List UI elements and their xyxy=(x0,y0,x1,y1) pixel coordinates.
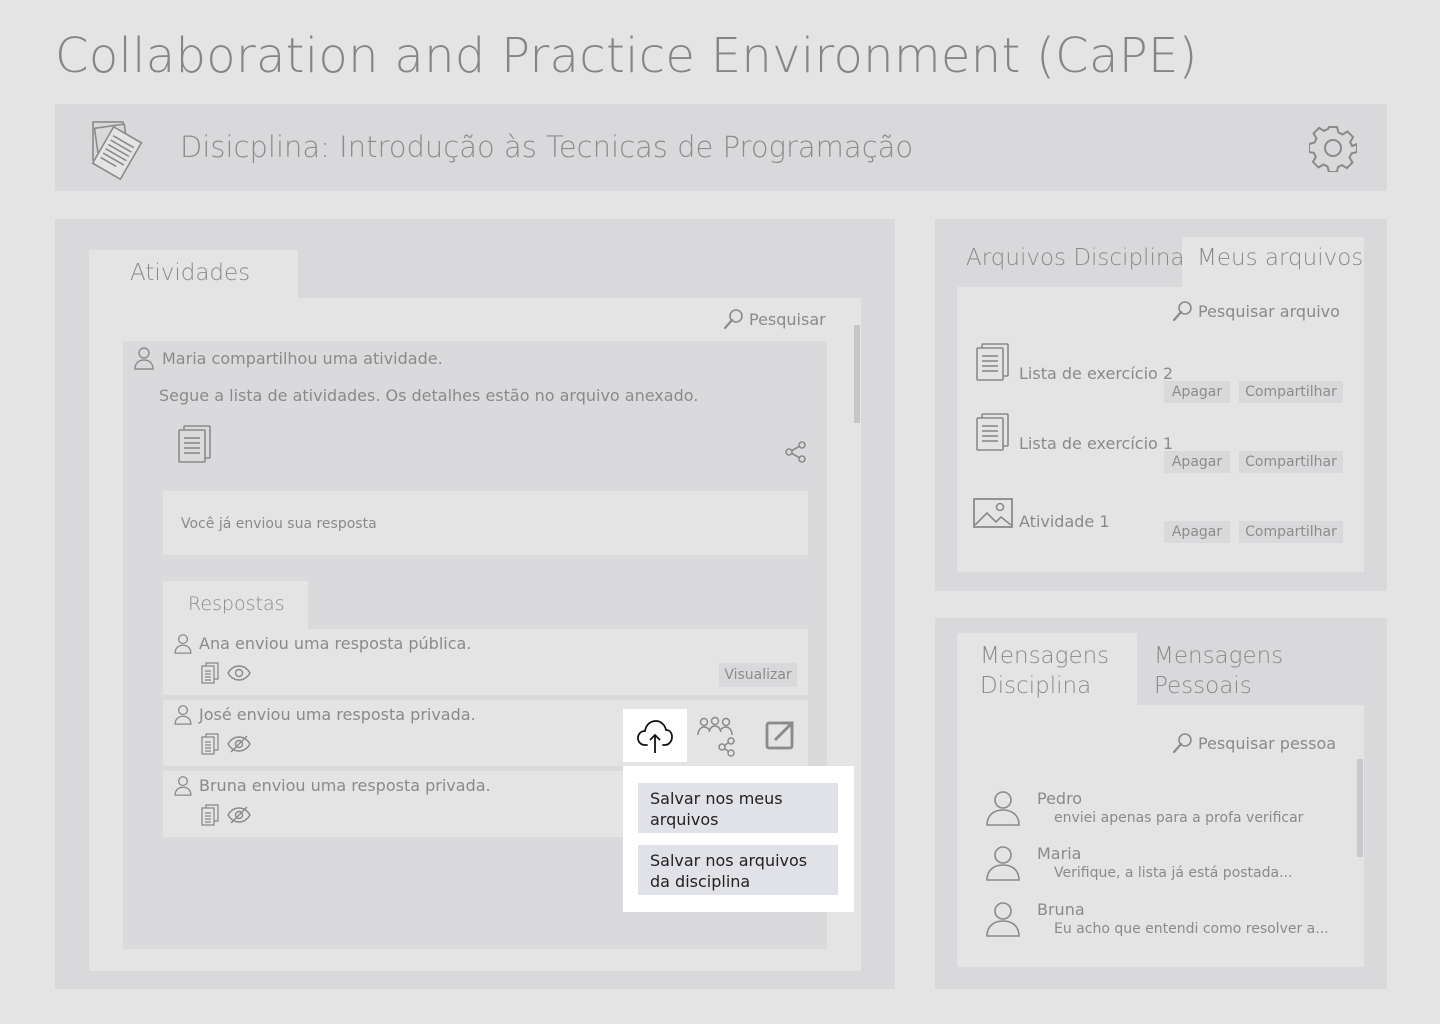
response-status-text: Você já enviou sua resposta xyxy=(181,516,377,532)
documents-icon xyxy=(91,121,143,180)
document-icon[interactable] xyxy=(201,662,219,684)
message-sender[interactable]: Pedro xyxy=(1037,789,1082,808)
eye-icon xyxy=(227,665,251,681)
cloud-upload-button[interactable] xyxy=(623,709,687,762)
post-author-line: Maria compartilhou uma atividade. xyxy=(162,348,443,368)
document-icon[interactable] xyxy=(201,804,219,826)
share-button[interactable]: Compartilhar xyxy=(1239,451,1343,473)
eye-off-icon xyxy=(227,806,251,824)
messages-scrollbar[interactable] xyxy=(1357,759,1363,857)
activities-search-label: Pesquisar xyxy=(749,309,826,329)
response-text: Ana enviou uma resposta pública. xyxy=(199,634,472,653)
user-icon xyxy=(986,902,1020,937)
activities-search[interactable]: Pesquisar xyxy=(723,308,826,330)
user-icon xyxy=(986,846,1020,881)
search-icon xyxy=(723,309,743,330)
document-icon[interactable] xyxy=(201,733,219,755)
user-icon xyxy=(134,347,154,370)
tab-arquivos-disciplina[interactable]: Arquivos Disciplina xyxy=(966,245,1185,271)
files-search[interactable]: Pesquisar arquivo xyxy=(1172,300,1340,322)
avatar xyxy=(980,895,1026,941)
tab-atividades-label: Atividades xyxy=(130,260,251,286)
tab-respostas-label: Respostas xyxy=(188,593,285,615)
share-button[interactable]: Compartilhar xyxy=(1239,521,1343,543)
app-title: Collaboration and Practice Environment (… xyxy=(55,28,1198,84)
tab-mensagens-disciplina-label: Mensagens Disciplina xyxy=(980,643,1110,699)
share-button[interactable]: Compartilhar xyxy=(1239,381,1343,403)
message-preview[interactable]: enviei apenas para a profa verificar xyxy=(1054,810,1303,826)
message-sender[interactable]: Bruna xyxy=(1037,900,1085,919)
avatar xyxy=(980,839,1026,885)
tab-mensagens-pessoais[interactable]: Mensagens Pessoais xyxy=(1154,641,1283,701)
share-icon[interactable] xyxy=(784,440,808,464)
gear-icon[interactable] xyxy=(1309,124,1357,172)
file-name[interactable]: Lista de exercício 2 xyxy=(1019,364,1173,383)
file-name[interactable]: Lista de exercício 1 xyxy=(1019,434,1173,453)
course-header: Disicplina: Introdução às Tecnicas de Pr… xyxy=(55,104,1387,191)
people-search-label: Pesquisar pessoa xyxy=(1198,733,1337,753)
delete-button[interactable]: Apagar xyxy=(1164,381,1230,403)
delete-button[interactable]: Apagar xyxy=(1164,521,1230,543)
group-share-icon[interactable] xyxy=(697,716,739,758)
message-preview[interactable]: Verifique, a lista já está postada... xyxy=(1054,865,1292,881)
message-preview[interactable]: Eu acho que entendi como resolver a... xyxy=(1054,921,1329,937)
delete-button[interactable]: Apagar xyxy=(1164,451,1230,473)
file-name[interactable]: Atividade 1 xyxy=(1019,512,1110,531)
document-icon[interactable] xyxy=(974,412,1010,452)
eye-off-icon xyxy=(227,735,251,753)
activities-scrollbar[interactable] xyxy=(854,325,860,423)
cloud-upload-icon xyxy=(637,720,673,753)
search-icon xyxy=(1172,301,1192,322)
save-to-course-files-option[interactable]: Salvar nos arquivos da disciplina xyxy=(638,845,838,895)
response-text: José enviou uma resposta privada. xyxy=(199,705,476,724)
files-search-label: Pesquisar arquivo xyxy=(1198,301,1340,321)
response-row[interactable]: Ana enviou uma resposta pública. xyxy=(163,629,808,695)
user-icon xyxy=(174,634,192,654)
image-icon[interactable] xyxy=(972,497,1014,529)
message-sender[interactable]: Maria xyxy=(1037,844,1081,863)
avatar xyxy=(980,784,1026,830)
tab-meus-arquivos-label: Meus arquivos xyxy=(1197,245,1364,271)
user-icon xyxy=(986,791,1020,826)
view-button[interactable]: Visualizar xyxy=(719,663,797,687)
post-text: Segue a lista de atividades. Os detalhes… xyxy=(159,386,699,405)
user-icon xyxy=(174,705,192,725)
document-icon[interactable] xyxy=(974,342,1010,382)
response-text: Bruna enviou uma resposta privada. xyxy=(199,776,491,795)
save-to-my-files-option[interactable]: Salvar nos meus arquivos xyxy=(638,783,838,833)
open-external-icon[interactable] xyxy=(764,719,796,751)
attachment-document-icon[interactable] xyxy=(176,424,212,464)
save-dropdown-menu: Salvar nos meus arquivos Salvar nos arqu… xyxy=(623,766,854,912)
post-header: Maria compartilhou uma atividade. xyxy=(134,346,443,370)
search-icon xyxy=(1172,733,1192,754)
people-search[interactable]: Pesquisar pessoa xyxy=(1172,732,1336,754)
course-title: Disicplina: Introdução às Tecnicas de Pr… xyxy=(180,130,914,164)
user-icon xyxy=(174,776,192,796)
